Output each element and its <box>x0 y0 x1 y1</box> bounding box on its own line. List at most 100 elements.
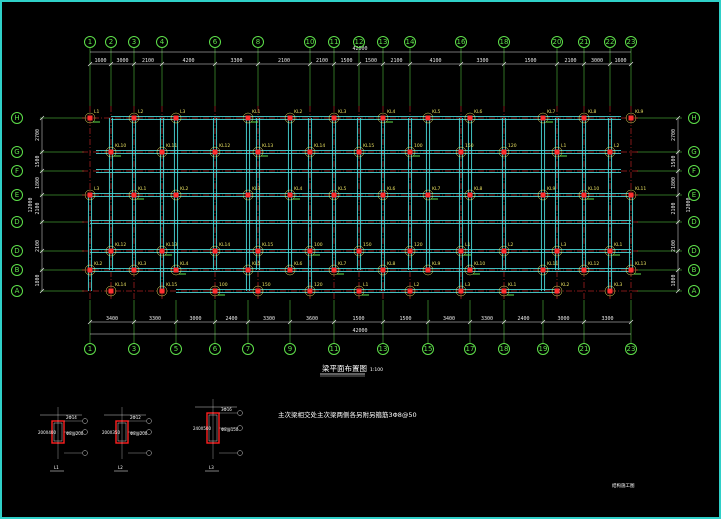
axis-bubble-right: D <box>688 216 700 228</box>
section-l2: 2Φ12 Φ8@200 200X350 L2 <box>102 407 152 472</box>
axis-bubble-bottom: 1 <box>84 343 96 355</box>
beam-label: L1 <box>94 109 100 115</box>
column <box>425 192 431 198</box>
dim-bottom: 2400 <box>225 316 237 322</box>
dim-top: 2100 <box>142 58 154 64</box>
column <box>628 192 634 198</box>
dim-top: 4200 <box>182 58 194 64</box>
section-bars: 2Φ12 <box>130 415 141 420</box>
axis-bubble-bottom: 23 <box>625 343 637 355</box>
dim-left: 1800 <box>35 177 41 189</box>
column <box>407 149 413 155</box>
callout <box>146 450 152 456</box>
beam-label: KL12 <box>219 143 230 149</box>
beam-label: KL1 <box>138 186 146 192</box>
axis-bubble-label: 8 <box>256 38 260 46</box>
axis-bubble-label: F <box>692 167 696 175</box>
beam-label: KL15 <box>166 282 177 288</box>
axis-bubble-top: 8 <box>252 36 264 48</box>
section-bars: 3Φ16 <box>221 407 232 412</box>
column <box>540 267 546 273</box>
column <box>458 248 464 254</box>
section-l1: 2Φ14 Φ8@200 200X400 L1 <box>38 407 88 472</box>
beam-label: 120 <box>508 143 517 149</box>
column <box>307 288 313 294</box>
beam-label: KL13 <box>635 261 646 267</box>
beam-label: KL11 <box>635 186 646 192</box>
axis-bubble-top: 2 <box>105 36 117 48</box>
beam-label: 120 <box>314 282 323 288</box>
axis-bubble-top: 14 <box>404 36 416 48</box>
axis-bubble-label: 15 <box>424 345 433 353</box>
column <box>108 149 114 155</box>
axis-bubbles: 1 2 3 4 6 8 10 11 12 13 14 16 18 20 21 22 231 3 5 6 7 9 11 13 15… <box>11 36 700 355</box>
axis-bubble-bottom: 6 <box>209 343 221 355</box>
axis-bubble-bottom: 19 <box>537 343 549 355</box>
axis-bubble-top: 16 <box>455 36 467 48</box>
beam-label: KL8 <box>588 109 596 115</box>
dim-top: 3300 <box>230 58 242 64</box>
beam-label: L1 <box>465 242 471 248</box>
axis-bubble-label: 6 <box>213 345 218 353</box>
column <box>245 267 251 273</box>
beam-label: KL11 <box>547 261 558 267</box>
beam-label: KL7 <box>338 261 346 267</box>
axis-bubble-left: F <box>11 165 23 177</box>
dim-bottom: 3300 <box>263 316 275 322</box>
beam-label: KL13 <box>166 242 177 248</box>
column <box>628 267 634 273</box>
column <box>607 288 613 294</box>
axis-bubble-label: H <box>14 114 19 122</box>
beam-label: KL12 <box>115 242 126 248</box>
dim-right: 1800 <box>671 274 677 286</box>
axis-bubble-label: E <box>15 191 19 199</box>
column <box>87 115 93 121</box>
section-name: L3 <box>209 465 214 470</box>
axis-bubble-bottom: 9 <box>284 343 296 355</box>
callout <box>146 418 152 424</box>
column <box>159 248 165 254</box>
axis-bubble-label: D <box>14 218 19 226</box>
beam-label: KL7 <box>547 109 555 115</box>
axis-bubble-top: 13 <box>377 36 389 48</box>
beam-label: KL5 <box>432 109 440 115</box>
beam-sections: 2Φ14 Φ8@200 200X400 L1 2Φ12 Φ8@200 200X350 L2 3Φ… <box>38 399 243 472</box>
beam-label: KL12 <box>588 261 599 267</box>
axis-bubble-label: 11 <box>330 38 339 46</box>
dim-top: 2100 <box>278 58 290 64</box>
column <box>87 267 93 273</box>
drawing-title: 梁平面布置图 <box>322 363 367 373</box>
column <box>581 192 587 198</box>
dim-bottom: 2400 <box>517 316 529 322</box>
section-name: L1 <box>54 465 59 470</box>
beam-label: L3 <box>465 282 471 288</box>
beam-label: KL15 <box>363 143 374 149</box>
beam-label: L2 <box>614 143 620 149</box>
dim-bottom: 3300 <box>601 316 613 322</box>
beam-label: 120 <box>414 242 423 248</box>
column <box>607 248 613 254</box>
axis-bubble-label: 23 <box>627 38 636 46</box>
beam-label: L3 <box>180 109 186 115</box>
column <box>287 192 293 198</box>
dim-bottom: 1500 <box>399 316 411 322</box>
beam-label: KL2 <box>94 261 102 267</box>
beam-label: KL4 <box>180 261 188 267</box>
dim-bottom-total: 42000 <box>352 328 367 334</box>
axis-bubble-label: 1 <box>88 345 92 353</box>
axis-bubble-label: 18 <box>500 38 509 46</box>
axis-bubble-label: 10 <box>306 38 315 46</box>
column <box>255 149 261 155</box>
column <box>467 115 473 121</box>
axis-bubble-top: 4 <box>156 36 168 48</box>
axis-bubble-left: H <box>11 112 23 124</box>
beam-label: KL15 <box>262 242 273 248</box>
callout <box>82 418 88 424</box>
axis-bubble-label: A <box>692 287 697 295</box>
axis-bubble-top: 12 <box>353 36 365 48</box>
axis-bubble-label: G <box>14 148 19 156</box>
column <box>356 248 362 254</box>
beam-label: KL1 <box>252 109 260 115</box>
axis-bubble-label: 7 <box>246 345 250 353</box>
dim-left: 1500 <box>35 155 41 167</box>
